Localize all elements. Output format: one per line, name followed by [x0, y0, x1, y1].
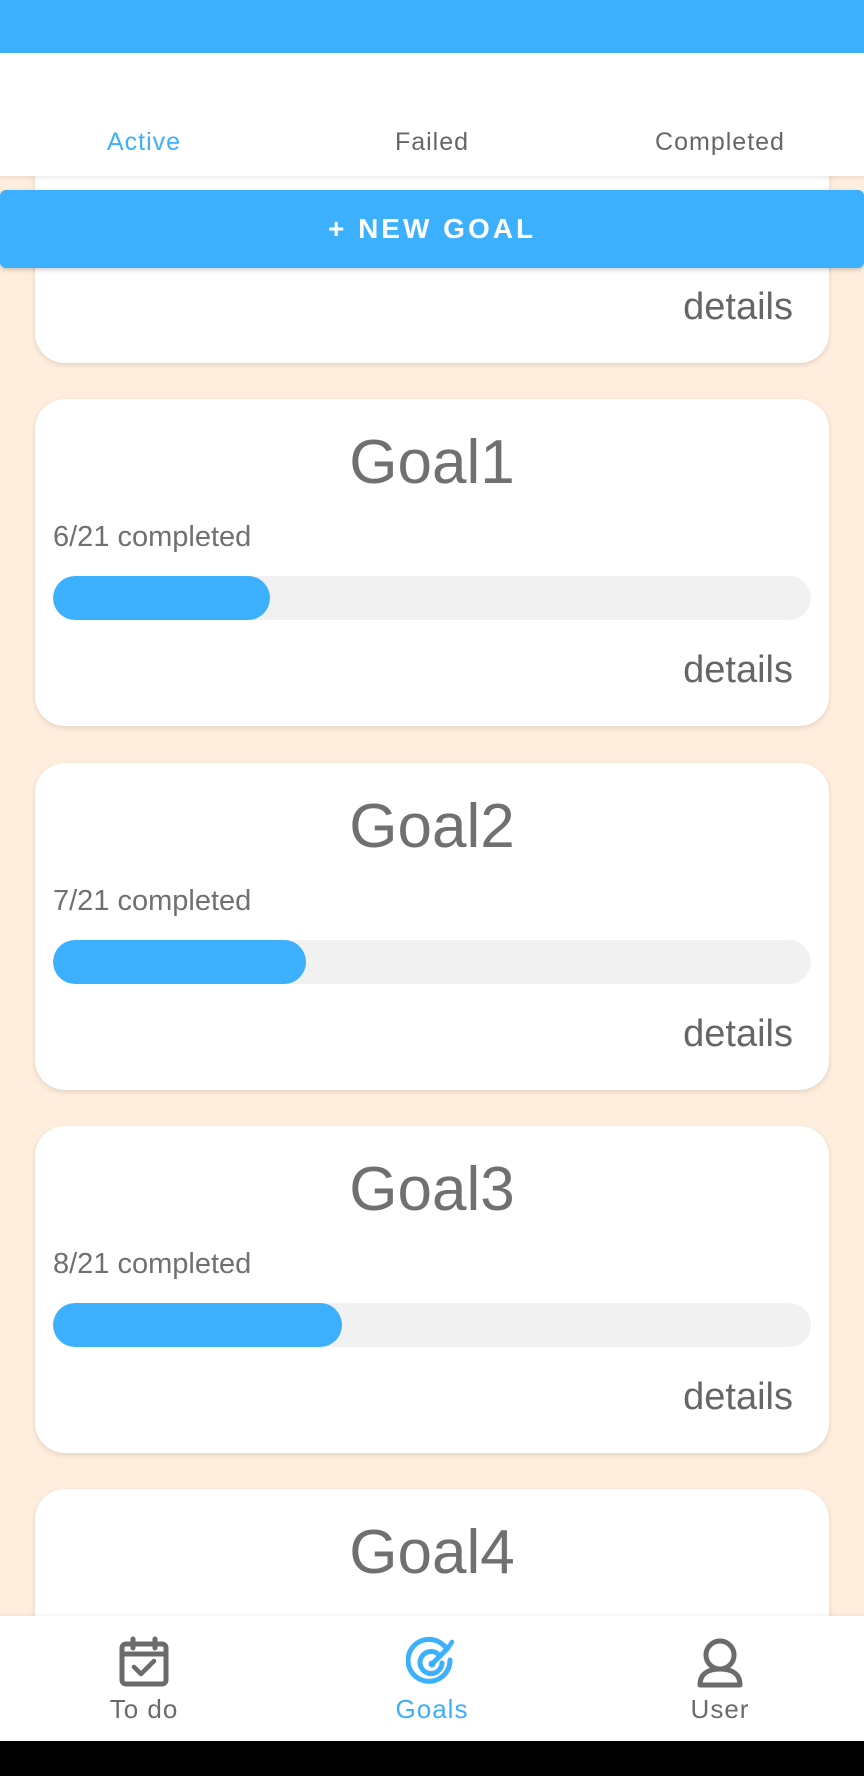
nav-goals-label: Goals — [395, 1694, 469, 1724]
user-icon — [697, 1638, 743, 1688]
goal-progress-bar — [53, 1303, 811, 1347]
goal-progress-text: 7/21 completed — [53, 885, 252, 917]
goal-card: Goal2 7/21 completed details — [35, 763, 829, 1090]
goal-progress-fill — [53, 1303, 342, 1347]
details-link[interactable]: details — [683, 286, 793, 329]
goal-progress-bar — [53, 940, 811, 984]
goal-title: Goal1 — [349, 428, 515, 497]
tab-failed[interactable]: Failed — [288, 128, 576, 157]
tab-active[interactable]: Active — [0, 128, 288, 157]
goal-card: Goal3 8/21 completed details — [35, 1126, 829, 1453]
goal-progress-text: 8/21 completed — [53, 1248, 252, 1280]
goal-title: Goal2 — [349, 792, 515, 861]
goal-list[interactable]: details Goal1 6/21 completed details Goa… — [0, 176, 864, 1616]
goal-card: Goal1 6/21 completed details — [35, 399, 829, 726]
goal-progress-bar — [53, 576, 811, 620]
nav-todo[interactable]: To do — [0, 1616, 288, 1741]
tab-completed[interactable]: Completed — [576, 128, 864, 157]
bottom-nav: To do Goals User — [0, 1616, 864, 1741]
goal-progress-text: 6/21 completed — [53, 521, 252, 553]
status-bar — [0, 0, 864, 53]
calendar-check-icon — [119, 1636, 169, 1687]
goal-progress-fill — [53, 576, 270, 620]
goal-title: Goal4 — [349, 1518, 515, 1587]
nav-user-label: User — [690, 1694, 750, 1724]
new-goal-button[interactable]: + NEW GOAL — [0, 190, 864, 268]
system-nav-bar — [0, 1741, 864, 1776]
tab-bar: Active Failed Completed — [0, 53, 864, 176]
nav-todo-label: To do — [109, 1694, 179, 1724]
goal-card: Goal4 — [35, 1489, 829, 1616]
nav-goals[interactable]: Goals — [288, 1616, 576, 1741]
details-link[interactable]: details — [683, 1013, 793, 1056]
details-link[interactable]: details — [683, 1376, 793, 1419]
target-icon — [406, 1636, 455, 1684]
goal-title: Goal3 — [349, 1155, 515, 1224]
details-link[interactable]: details — [683, 649, 793, 692]
nav-user[interactable]: User — [576, 1616, 864, 1741]
goal-progress-fill — [53, 940, 306, 984]
